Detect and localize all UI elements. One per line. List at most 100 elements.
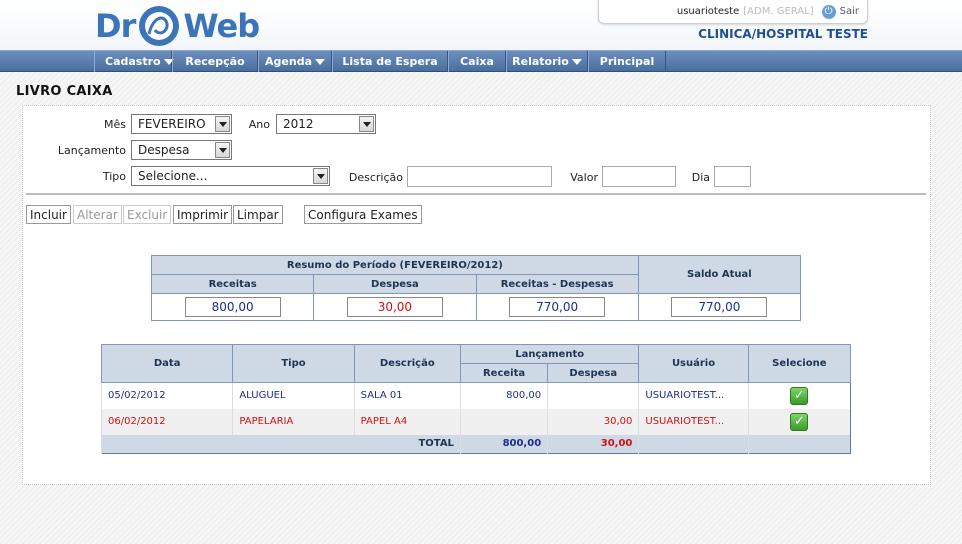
menu-lista-espera-label: Lista de Espera xyxy=(342,55,438,68)
summary-header: Resumo do Período (FEVEREIRO/2012) xyxy=(151,255,639,275)
total-label: TOTAL xyxy=(101,434,461,454)
menu-lista-espera[interactable]: Lista de Espera xyxy=(332,51,448,72)
descricao-input[interactable] xyxy=(407,166,552,187)
logo-web-text: Web xyxy=(183,7,260,45)
despesas-header: Despesa xyxy=(313,274,477,294)
limpar-button[interactable]: Limpar xyxy=(233,205,283,224)
logo-dr-text: Dr xyxy=(95,7,136,45)
logout-link[interactable]: Sair xyxy=(840,6,859,17)
saldo-cell: 770,00 xyxy=(637,293,802,321)
mes-select[interactable]: FEVEREIRO xyxy=(131,114,232,134)
despesas-cell: 30,00 xyxy=(313,293,477,321)
menu-relatorio-label: Relatorio xyxy=(512,55,569,68)
period-summary-table: Resumo do Período (FEVEREIRO/2012) Saldo… xyxy=(150,255,802,321)
chevron-down-icon xyxy=(315,58,325,65)
power-icon[interactable]: ⏻ xyxy=(821,4,836,19)
diff-value: 770,00 xyxy=(509,297,606,317)
saldo-value: 770,00 xyxy=(671,297,768,317)
main-menu-bar: Cadastro Recepção Agenda Lista de Espera… xyxy=(0,50,962,72)
row-descricao: PAPEL A4 xyxy=(353,408,461,435)
menu-caixa[interactable]: Caixa xyxy=(448,51,506,72)
total-despesa: 30,00 xyxy=(547,434,639,454)
ano-select[interactable]: 2012 xyxy=(276,114,376,134)
lancamento-label: Lançamento xyxy=(57,144,126,157)
table-row[interactable]: 06/02/2012 PAPELARIA PAPEL A4 30,00 USUA… xyxy=(100,408,851,435)
row-tipo: ALUGUEL xyxy=(232,382,355,409)
ano-label: Ano xyxy=(248,118,270,131)
col-lancamento: Lançamento xyxy=(459,344,640,364)
dia-label: Dia xyxy=(691,171,710,184)
excluir-button[interactable]: Excluir xyxy=(123,205,172,224)
lancamento-select[interactable]: Despesa xyxy=(131,140,232,160)
configura-exames-button[interactable]: Configura Exames xyxy=(304,205,422,224)
menu-recepcao-label: Recepção xyxy=(185,55,245,68)
tipo-value: Selecione... xyxy=(138,169,208,183)
select-check-icon[interactable]: ✓ xyxy=(790,412,809,431)
col-despesa[interactable]: Despesa xyxy=(547,363,640,383)
row-descricao: SALA 01 xyxy=(353,382,461,409)
ano-value: 2012 xyxy=(283,117,314,131)
descricao-label: Descrição xyxy=(348,171,403,184)
row-select-cell: ✓ xyxy=(747,408,851,435)
imprimir-button[interactable]: Imprimir xyxy=(173,205,233,224)
tipo-select[interactable]: Selecione... xyxy=(131,166,330,186)
menu-agenda[interactable]: Agenda xyxy=(258,51,332,72)
total-empty xyxy=(747,434,851,454)
row-data: 05/02/2012 xyxy=(100,382,233,409)
lancamento-value: Despesa xyxy=(138,143,190,157)
dia-input[interactable] xyxy=(714,166,751,187)
total-row: TOTAL 800,00 30,00 xyxy=(101,434,851,454)
chevron-down-icon xyxy=(571,58,582,65)
row-usuario: USUARIOTEST... xyxy=(638,408,749,435)
logo-emblem-icon xyxy=(139,6,180,46)
entries-table: Data Tipo Descrição Lançamento Usuário S… xyxy=(100,344,852,454)
col-receita[interactable]: Receita xyxy=(459,363,549,383)
menu-recepcao[interactable]: Recepção xyxy=(172,51,258,72)
receitas-value: 800,00 xyxy=(184,297,281,317)
user-box: usuarioteste [ADM. GERAL] ⏻ Sair xyxy=(598,0,868,24)
chevron-down-icon xyxy=(215,116,230,132)
select-check-icon[interactable]: ✓ xyxy=(790,386,809,405)
chevron-down-icon xyxy=(313,168,328,184)
menu-principal-label: Principal xyxy=(599,55,655,68)
page-title: LIVRO CAIXA xyxy=(16,84,113,99)
main-menu: Cadastro Recepção Agenda Lista de Espera… xyxy=(94,51,666,72)
drweb-logo[interactable]: Dr Web xyxy=(95,4,260,48)
chevron-down-icon xyxy=(215,142,230,158)
menu-caixa-label: Caixa xyxy=(460,55,494,68)
table-row[interactable]: 05/02/2012 ALUGUEL SALA 01 800,00 USUARI… xyxy=(100,382,851,409)
row-select-cell: ✓ xyxy=(747,382,851,409)
clinic-name: CLINICA/HOSPITAL TESTE xyxy=(698,27,868,41)
col-data[interactable]: Data xyxy=(100,344,234,383)
diff-cell: 770,00 xyxy=(475,293,639,321)
col-usuario[interactable]: Usuário xyxy=(638,344,749,383)
saldo-header: Saldo Atual xyxy=(637,255,802,294)
menu-cadastro[interactable]: Cadastro xyxy=(94,51,174,72)
total-receita: 800,00 xyxy=(459,434,548,454)
total-empty xyxy=(638,434,749,454)
mes-value: FEVEREIRO xyxy=(138,117,206,131)
valor-input[interactable] xyxy=(602,166,676,187)
tipo-label: Tipo xyxy=(102,170,126,183)
despesas-value: 30,00 xyxy=(346,297,443,317)
row-tipo: PAPELARIA xyxy=(232,408,355,435)
receitas-header: Receitas xyxy=(150,274,315,294)
row-usuario: USUARIOTEST... xyxy=(638,382,749,409)
incluir-button[interactable]: Incluir xyxy=(26,205,71,224)
valor-label: Valor xyxy=(570,171,598,184)
col-selecione: Selecione xyxy=(747,344,852,383)
alterar-button[interactable]: Alterar xyxy=(73,205,122,224)
row-data: 06/02/2012 xyxy=(100,408,233,435)
menu-principal[interactable]: Principal xyxy=(588,51,666,72)
col-descricao[interactable]: Descrição xyxy=(353,344,461,383)
menu-agenda-label: Agenda xyxy=(265,55,312,68)
col-tipo[interactable]: Tipo xyxy=(232,344,355,383)
menu-relatorio[interactable]: Relatorio xyxy=(506,51,588,72)
diff-header: Receitas - Despesas xyxy=(475,274,639,294)
chevron-down-icon xyxy=(359,116,374,132)
row-despesa: 30,00 xyxy=(547,408,639,435)
row-receita xyxy=(459,408,548,435)
row-receita: 800,00 xyxy=(459,382,548,409)
user-role: [ADM. GERAL] xyxy=(743,6,814,17)
username: usuarioteste xyxy=(676,6,740,17)
